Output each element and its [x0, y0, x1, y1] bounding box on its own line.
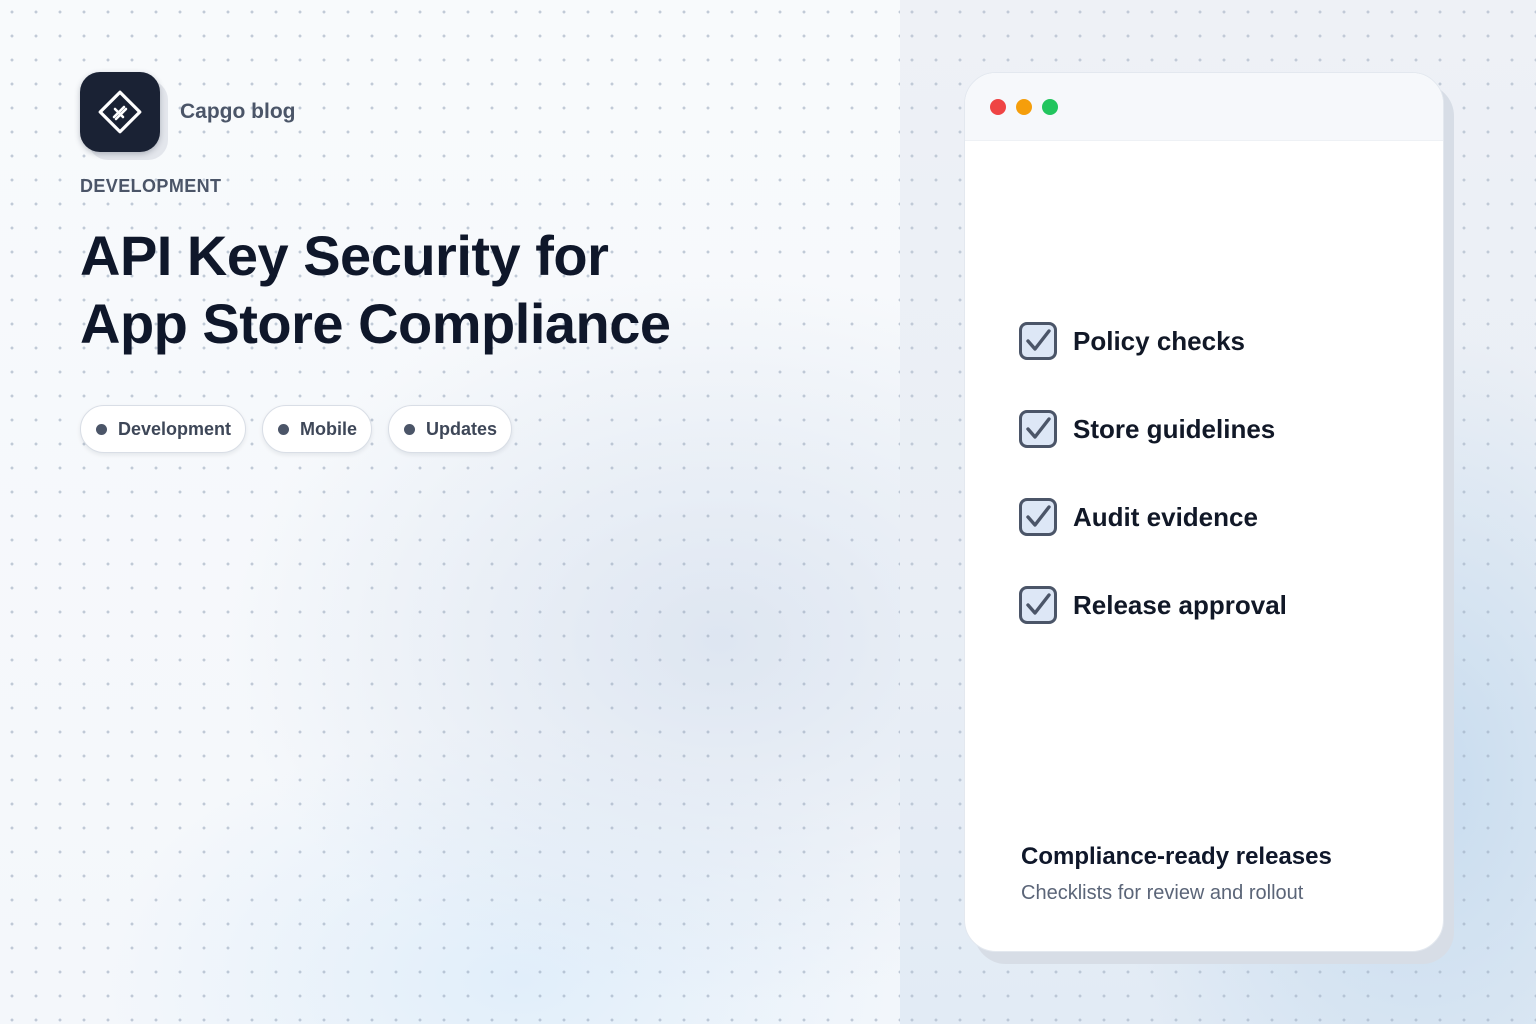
bullet-dot-icon: [96, 423, 107, 435]
tag-mobile[interactable]: Mobile: [262, 405, 373, 453]
brand-name: Capgo blog: [180, 100, 296, 123]
checkbox-checked-icon[interactable]: [1019, 586, 1057, 624]
article-title: API Key Security for App Store Complianc…: [80, 222, 800, 358]
article-category: DEVELOPMENT: [80, 176, 222, 196]
checklist-item-label: Audit evidence: [1073, 501, 1258, 532]
checkbox-checked-icon[interactable]: [1019, 498, 1057, 536]
checkbox-checked-icon[interactable]: [1019, 322, 1057, 360]
capgo-diamond-icon: [98, 90, 142, 134]
checklist-item: Audit evidence: [1019, 497, 1287, 537]
article-title-line2: App Store Compliance: [80, 292, 671, 355]
checkbox-checked-icon[interactable]: [1019, 410, 1057, 448]
checklist-item-label: Policy checks: [1073, 325, 1245, 356]
window-titlebar: [965, 73, 1443, 141]
checklist-item: Store guidelines: [1019, 409, 1287, 449]
tag-development[interactable]: Development: [80, 405, 247, 453]
card-footer-subtitle: Checklists for review and rollout: [1021, 882, 1304, 904]
tag-label: Development: [118, 418, 232, 439]
tag-label: Updates: [426, 418, 498, 439]
bullet-dot-icon: [278, 423, 290, 435]
tag-updates[interactable]: Updates: [388, 405, 513, 453]
capgo-logo-icon: [80, 72, 160, 152]
checklist-item: Release approval: [1019, 585, 1287, 625]
tag-list: Development Mobile Updates: [80, 405, 513, 453]
article-title-line1: API Key Security for: [80, 224, 609, 287]
window-maximize-dot-icon[interactable]: [1042, 98, 1058, 115]
checklist: Policy checks Store guidelines Audit evi…: [1019, 321, 1287, 673]
checklist-item-label: Release approval: [1073, 589, 1287, 620]
checklist-item: Policy checks: [1019, 321, 1287, 361]
checklist-card: Policy checks Store guidelines Audit evi…: [964, 72, 1444, 952]
checklist-item-label: Store guidelines: [1073, 413, 1276, 444]
card-footer-title: Compliance-ready releases: [1021, 843, 1332, 870]
bullet-dot-icon: [404, 423, 416, 435]
window-close-dot-icon[interactable]: [990, 98, 1006, 115]
window-minimize-dot-icon[interactable]: [1016, 98, 1032, 115]
tag-label: Mobile: [300, 418, 358, 439]
